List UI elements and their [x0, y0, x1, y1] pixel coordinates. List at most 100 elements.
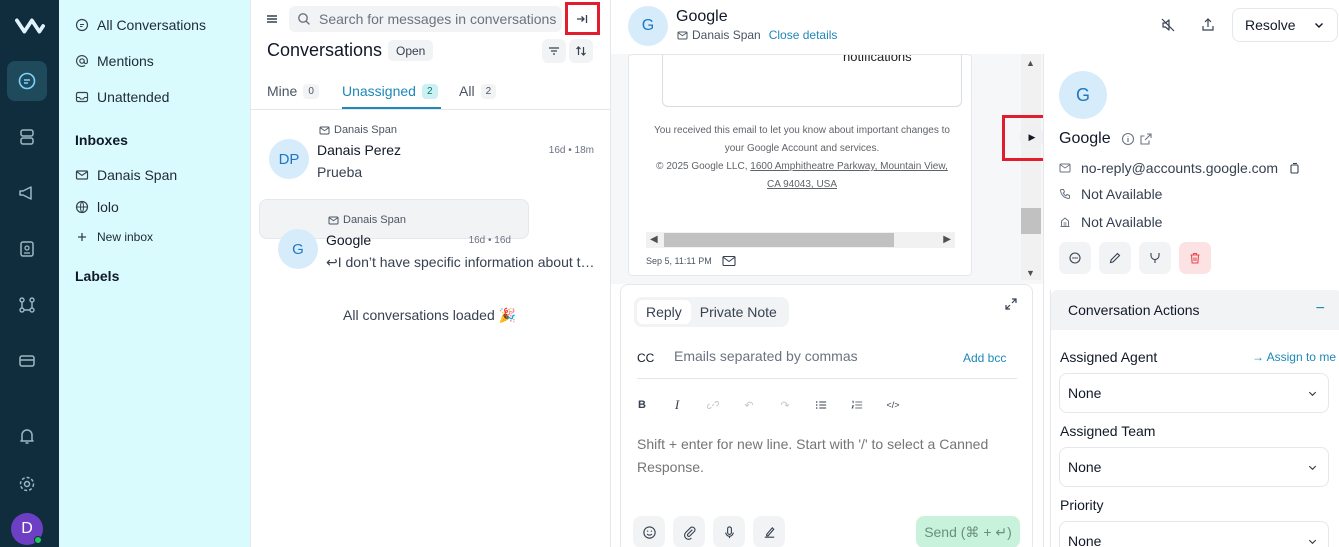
assigned-team-select[interactable]: None [1059, 447, 1329, 487]
expand-editor-icon[interactable] [1004, 297, 1018, 311]
search-input[interactable] [319, 11, 559, 27]
collapse-minus-icon[interactable]: − [1316, 300, 1325, 318]
menu-hamburger-icon[interactable] [265, 12, 279, 26]
conversation-actions-section: Conversation Actions − Assigned Agent → … [1050, 290, 1339, 547]
send-button[interactable]: Send (⌘ + ↵) [916, 516, 1020, 547]
sort-button[interactable] [569, 39, 593, 63]
attach-file-button[interactable] [673, 516, 705, 547]
assign-to-me-label: Assign to me [1266, 350, 1336, 364]
delete-contact-button[interactable] [1179, 242, 1211, 274]
tab-count-badge: 2 [421, 83, 438, 99]
tab-private-note[interactable]: Private Note [691, 300, 786, 324]
email-address-link[interactable]: CA 94043, USA [767, 179, 837, 190]
italic-icon[interactable]: I [670, 397, 684, 412]
conversation-time: 16d • 16d [468, 235, 511, 246]
external-link-icon[interactable] [1139, 132, 1153, 146]
sidebar-inbox-lolo[interactable]: lolo [75, 199, 119, 215]
merge-icon [1150, 253, 1160, 263]
conversation-list-panel: Conversations Open Mine 0 Unassigned 2 A… [251, 0, 611, 547]
conversation-preview-text: I don’t have specific information about … [337, 254, 598, 270]
sidebar-item-unattended[interactable]: Unattended [75, 89, 169, 105]
bold-icon[interactable]: B [635, 398, 649, 412]
nav-contacts-icon[interactable] [7, 117, 47, 157]
tab-unassigned[interactable]: Unassigned 2 [342, 83, 438, 99]
conversation-inbox: Danais Span [677, 28, 761, 42]
code-icon[interactable]: </> [886, 398, 900, 412]
share-export-button[interactable] [1191, 8, 1225, 42]
copy-icon[interactable] [1288, 162, 1300, 174]
scroll-right-arrow-icon[interactable]: ▶ [943, 234, 951, 245]
avatar: DP [269, 139, 309, 179]
priority-select[interactable]: None [1059, 521, 1329, 547]
cc-email-input[interactable] [674, 348, 944, 364]
redo-icon[interactable]: ↷ [778, 398, 792, 412]
settings-gear-icon[interactable] [7, 464, 47, 504]
add-bcc-link[interactable]: Add bcc [963, 351, 1006, 365]
scroll-down-arrow-icon[interactable]: ▼ [1026, 268, 1035, 278]
chevron-down-icon[interactable] [1313, 19, 1325, 31]
nav-conversations-icon[interactable] [7, 61, 47, 101]
merge-contact-button[interactable] [1139, 242, 1171, 274]
nav-reports-icon[interactable] [7, 229, 47, 269]
voice-record-button[interactable] [713, 516, 745, 547]
conversations-title: Conversations [267, 40, 383, 60]
assigned-agent-select[interactable]: None [1059, 373, 1329, 413]
conversation-pane: G Google Danais Span Close details notif… [611, 0, 1057, 547]
sidebar-item-label: lolo [97, 199, 119, 215]
scrollbar-thumb[interactable] [664, 233, 894, 247]
vertical-scrollbar[interactable]: ▲ ▼ [1021, 54, 1041, 280]
contact-email[interactable]: no-reply@accounts.google.com [1081, 160, 1278, 176]
scroll-up-arrow-icon[interactable]: ▲ [1026, 58, 1035, 68]
chat-bubble-icon [75, 18, 89, 32]
mute-button[interactable] [1151, 8, 1185, 42]
nav-automation-flow-icon[interactable] [7, 285, 47, 325]
status-filter-dropdown[interactable]: Open [388, 40, 434, 61]
conversation-item[interactable]: Danais Span DP Danais Perez 16d • 18m Pr… [251, 110, 611, 198]
nav-campaigns-megaphone-icon[interactable] [7, 173, 47, 213]
contact-company: Not Available [1081, 214, 1163, 230]
notifications-bell-icon[interactable] [7, 416, 47, 456]
tab-all[interactable]: All 2 [459, 83, 497, 99]
inboxes-heading: Inboxes [75, 132, 128, 148]
undo-icon[interactable]: ↶ [742, 398, 756, 412]
conversation-actions-header[interactable]: Conversation Actions − [1051, 290, 1339, 330]
conversation-item-selected[interactable]: Danais Span G Google 16d • 16d ↩I don’t … [259, 199, 598, 270]
emoji-button[interactable] [633, 516, 665, 547]
bullet-list-icon[interactable] [814, 398, 828, 412]
horizontal-scrollbar[interactable]: ◀ ▶ [646, 232, 955, 248]
message-editor[interactable] [637, 433, 1017, 479]
new-inbox-button[interactable]: New inbox [75, 230, 153, 244]
conversation-contact-name[interactable]: Google [676, 8, 728, 26]
avatar: G [628, 6, 668, 46]
email-footer-line: © 2025 Google LLC, 1600 Amphitheatre Par… [647, 158, 957, 176]
conversation-inbox-name: Danais Span [334, 124, 397, 136]
nav-billing-card-icon[interactable] [7, 341, 47, 381]
conversation-time: 16d • 18m [548, 145, 594, 156]
user-avatar[interactable]: D [11, 513, 43, 545]
reply-mode-tabs: Reply Private Note [634, 297, 789, 327]
paperclip-icon [683, 526, 695, 540]
info-icon[interactable] [1121, 132, 1135, 146]
numbered-list-icon[interactable] [850, 398, 864, 412]
scrollbar-thumb[interactable] [1021, 208, 1041, 234]
sidebar-item-all-conversations[interactable]: All Conversations [75, 17, 206, 33]
filter-button[interactable] [542, 39, 566, 63]
sidebar-item-mentions[interactable]: Mentions [75, 53, 154, 69]
email-address-link[interactable]: 1600 Amphitheatre Parkway, Mountain View… [750, 161, 948, 172]
search-box[interactable] [289, 6, 562, 32]
chevron-down-icon [1308, 391, 1317, 397]
new-message-button[interactable] [1059, 242, 1091, 274]
app-logo-icon[interactable] [14, 12, 45, 40]
scroll-left-arrow-icon[interactable]: ◀ [650, 234, 658, 245]
link-icon[interactable] [706, 398, 720, 412]
signature-button[interactable] [753, 516, 785, 547]
tab-mine[interactable]: Mine 0 [267, 83, 319, 99]
edit-contact-button[interactable] [1099, 242, 1131, 274]
conversation-meta: Danais Span Close details [677, 28, 837, 42]
sidebar-inbox-danais-span[interactable]: Danais Span [75, 167, 177, 183]
tab-reply[interactable]: Reply [637, 300, 691, 324]
assign-to-me-link[interactable]: → Assign to me [1252, 350, 1336, 364]
resolve-button[interactable]: Resolve [1232, 8, 1338, 42]
trash-icon [1190, 252, 1200, 264]
close-details-link[interactable]: Close details [769, 28, 838, 42]
